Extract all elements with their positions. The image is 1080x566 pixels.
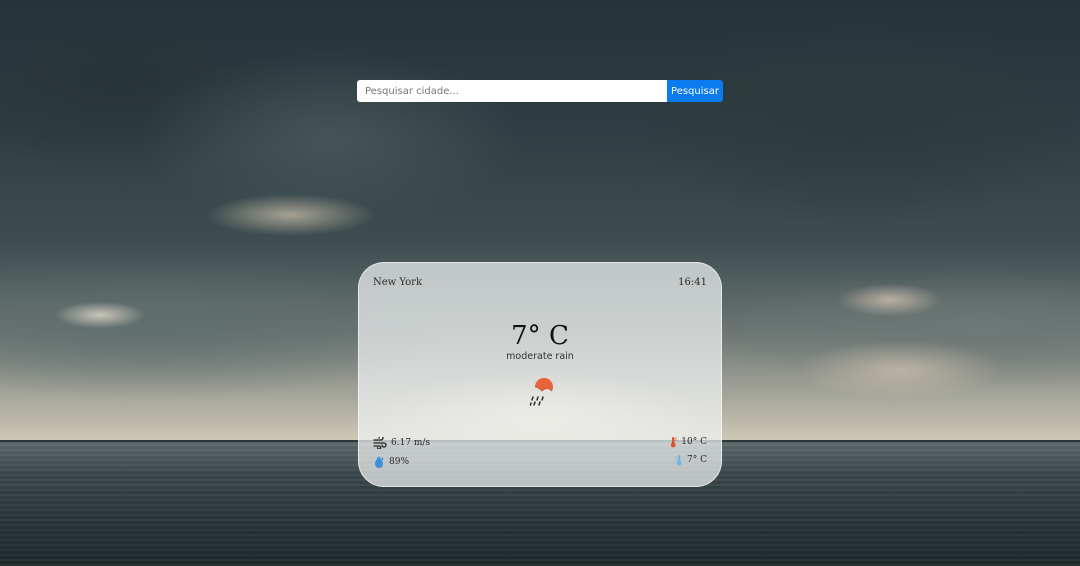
search-input[interactable] [357, 80, 667, 102]
wind-stat: 6.17 m/s [373, 437, 430, 449]
thermometer-cold-icon [675, 455, 682, 466]
search-bar: Pesquisar [357, 80, 723, 102]
max-temperature-stat: 10° C [669, 436, 707, 448]
current-temperature: 7° C [511, 321, 569, 351]
local-time: 16:41 [678, 277, 707, 288]
humidity-stat: 89% [373, 455, 409, 469]
humidity-icon [375, 456, 384, 468]
weather-card: New York 16:41 7° C moderate rain 6.17 m… [358, 262, 722, 487]
min-temperature-stat: 7° C [675, 454, 707, 466]
humidity-value: 89% [389, 457, 410, 467]
search-button[interactable]: Pesquisar [667, 80, 723, 102]
wind-icon [373, 437, 387, 449]
thermometer-hot-icon [671, 437, 677, 448]
city-name: New York [373, 277, 422, 288]
max-temperature: 10° C [681, 437, 707, 447]
wind-speed: 6.17 m/s [391, 438, 431, 448]
min-temperature: 7° C [687, 455, 707, 465]
rain-cloud-icon [529, 377, 553, 406]
weather-description: moderate rain [506, 351, 574, 362]
